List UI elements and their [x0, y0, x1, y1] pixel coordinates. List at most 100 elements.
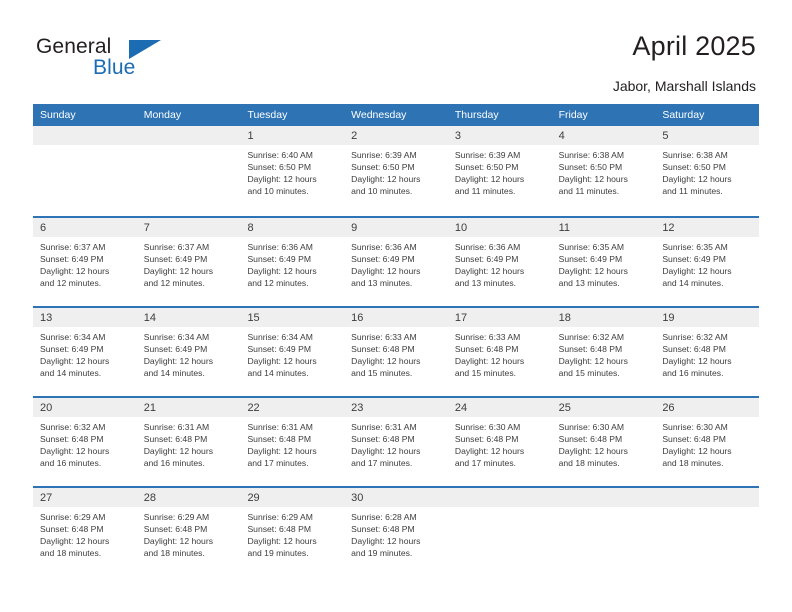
day-cell-27[interactable]: 27 Sunrise: 6:29 AM Sunset: 6:48 PM Dayligh…: [33, 488, 137, 574]
day-details: Sunrise: 6:30 AM Sunset: 6:48 PM Daylight:…: [655, 417, 759, 469]
day-detail-line: Daylight: 12 hours: [40, 266, 110, 277]
page-title: April 2025: [632, 31, 756, 61]
day-detail-line: Daylight: 12 hours: [662, 356, 732, 367]
calendar-week-row: 6 Sunrise: 6:37 AM Sunset: 6:49 PM Daylight…: [33, 216, 760, 306]
day-number-band: 1: [240, 126, 345, 145]
day-detail-line: and 14 minutes.: [662, 278, 724, 289]
day-number: 14: [143, 312, 156, 324]
day-number-band: 3: [447, 126, 552, 145]
day-number-band: 20: [33, 398, 137, 417]
day-details: Sunrise: 6:38 AM Sunset: 6:50 PM Daylight:…: [552, 145, 656, 197]
day-number-band: [33, 126, 137, 145]
day-detail-line: Daylight: 12 hours: [247, 266, 317, 277]
day-cell-12[interactable]: 12 Sunrise: 6:35 AM Sunset: 6:49 PM Dayligh…: [655, 218, 760, 306]
day-details: Sunrise: 6:34 AM Sunset: 6:49 PM Daylight:…: [137, 327, 241, 379]
day-cell-22[interactable]: 22 Sunrise: 6:31 AM Sunset: 6:48 PM Dayligh…: [240, 398, 345, 486]
day-cell-9[interactable]: 9 Sunrise: 6:36 AM Sunset: 6:49 PM Daylight…: [344, 218, 448, 306]
day-cell-8[interactable]: 8 Sunrise: 6:36 AM Sunset: 6:49 PM Daylight…: [240, 218, 345, 306]
day-detail-line: and 12 minutes.: [40, 278, 102, 289]
day-details: Sunrise: 6:31 AM Sunset: 6:48 PM Daylight:…: [240, 417, 344, 469]
day-detail-line: and 13 minutes.: [351, 278, 413, 289]
day-details: Sunrise: 6:33 AM Sunset: 6:48 PM Daylight:…: [344, 327, 448, 379]
day-details: Sunrise: 6:31 AM Sunset: 6:48 PM Daylight:…: [137, 417, 241, 469]
day-cell-14[interactable]: 14 Sunrise: 6:34 AM Sunset: 6:49 PM Dayligh…: [136, 308, 241, 396]
day-number: 16: [351, 312, 364, 324]
day-cell-29[interactable]: 29 Sunrise: 6:29 AM Sunset: 6:48 PM Dayligh…: [240, 488, 345, 574]
day-detail-line: Sunset: 6:49 PM: [247, 344, 311, 355]
day-cell-7[interactable]: 7 Sunrise: 6:37 AM Sunset: 6:49 PM Daylight…: [136, 218, 241, 306]
day-details: Sunrise: 6:32 AM Sunset: 6:48 PM Daylight:…: [552, 327, 656, 379]
day-detail-line: Sunset: 6:48 PM: [351, 524, 415, 535]
day-cell-6[interactable]: 6 Sunrise: 6:37 AM Sunset: 6:49 PM Daylight…: [33, 218, 137, 306]
day-cell-15[interactable]: 15 Sunrise: 6:34 AM Sunset: 6:49 PM Dayligh…: [240, 308, 345, 396]
day-number-band: [655, 488, 760, 507]
day-cell-4[interactable]: 4 Sunrise: 6:38 AM Sunset: 6:50 PM Daylight…: [551, 126, 656, 216]
day-number: 22: [247, 402, 260, 414]
calendar-week-row: 27 Sunrise: 6:29 AM Sunset: 6:48 PM Dayligh…: [33, 486, 760, 574]
day-details: Sunrise: 6:30 AM Sunset: 6:48 PM Daylight:…: [552, 417, 656, 469]
day-cell-5[interactable]: 5 Sunrise: 6:38 AM Sunset: 6:50 PM Daylight…: [655, 126, 760, 216]
day-number-band: 30: [344, 488, 448, 507]
day-number-band: 6: [33, 218, 137, 237]
day-detail-line: and 11 minutes.: [454, 186, 516, 197]
day-detail-line: and 16 minutes.: [143, 458, 205, 469]
day-number: 19: [662, 312, 675, 324]
day-number: 5: [662, 130, 669, 142]
day-detail-line: Sunrise: 6:37 AM: [40, 242, 106, 252]
day-cell-13[interactable]: 13 Sunrise: 6:34 AM Sunset: 6:49 PM Dayligh…: [33, 308, 137, 396]
day-cell-25[interactable]: 25 Sunrise: 6:30 AM Sunset: 6:48 PM Dayligh…: [551, 398, 656, 486]
day-number-band: 11: [551, 218, 656, 237]
brand-logo[interactable]: General Blue: [36, 36, 236, 88]
day-detail-line: Sunrise: 6:33 AM: [351, 332, 417, 342]
day-detail-line: Daylight: 12 hours: [351, 266, 421, 277]
day-cell-3[interactable]: 3 Sunrise: 6:39 AM Sunset: 6:50 PM Daylight…: [447, 126, 552, 216]
day-detail-line: Sunrise: 6:36 AM: [454, 242, 521, 252]
day-detail-line: Sunset: 6:48 PM: [558, 434, 623, 445]
day-cell-10[interactable]: 10 Sunrise: 6:36 AM Sunset: 6:49 PM Dayligh…: [447, 218, 552, 306]
day-detail-line: Sunrise: 6:40 AM: [247, 150, 313, 160]
day-detail-line: Sunset: 6:48 PM: [454, 434, 519, 445]
day-detail-line: Sunrise: 6:28 AM: [351, 512, 417, 522]
day-detail-line: and 15 minutes.: [351, 368, 413, 379]
day-detail-line: Daylight: 12 hours: [558, 174, 628, 185]
day-detail-line: Sunrise: 6:37 AM: [143, 242, 210, 252]
day-cell-26[interactable]: 26 Sunrise: 6:30 AM Sunset: 6:48 PM Dayligh…: [655, 398, 760, 486]
day-cell-20[interactable]: 20 Sunrise: 6:32 AM Sunset: 6:48 PM Dayligh…: [33, 398, 137, 486]
day-cell-19[interactable]: 19 Sunrise: 6:32 AM Sunset: 6:48 PM Dayligh…: [655, 308, 760, 396]
day-detail-line: Sunset: 6:49 PM: [40, 344, 104, 355]
day-cell-23[interactable]: 23 Sunrise: 6:31 AM Sunset: 6:48 PM Dayligh…: [344, 398, 448, 486]
day-detail-line: and 17 minutes.: [351, 458, 413, 469]
day-detail-line: Sunrise: 6:30 AM: [662, 422, 728, 432]
day-cell-18[interactable]: 18 Sunrise: 6:32 AM Sunset: 6:48 PM Dayligh…: [551, 308, 656, 396]
day-detail-line: Sunset: 6:48 PM: [143, 524, 208, 535]
day-detail-line: Sunrise: 6:31 AM: [143, 422, 210, 432]
day-cell-11[interactable]: 11 Sunrise: 6:35 AM Sunset: 6:49 PM Dayligh…: [551, 218, 656, 306]
day-cell-17[interactable]: 17 Sunrise: 6:33 AM Sunset: 6:48 PM Dayligh…: [447, 308, 552, 396]
calendar-grid: Sunday Monday Tuesday Wednesday Thursday Frid…: [33, 104, 760, 574]
day-detail-line: Sunset: 6:48 PM: [40, 434, 104, 445]
day-number-band: 7: [136, 218, 241, 237]
day-detail-line: Daylight: 12 hours: [454, 356, 525, 367]
day-number: 1: [247, 130, 254, 142]
day-detail-line: Daylight: 12 hours: [143, 536, 213, 547]
day-detail-line: and 17 minutes.: [454, 458, 517, 469]
day-detail-line: Sunset: 6:48 PM: [558, 344, 623, 355]
day-detail-line: Daylight: 12 hours: [247, 446, 317, 457]
day-cell-24[interactable]: 24 Sunrise: 6:30 AM Sunset: 6:48 PM Dayligh…: [447, 398, 552, 486]
day-cell-30[interactable]: 30 Sunrise: 6:28 AM Sunset: 6:48 PM Dayligh…: [344, 488, 448, 574]
day-of-week-monday: Monday: [143, 109, 182, 121]
day-cell-16[interactable]: 16 Sunrise: 6:33 AM Sunset: 6:48 PM Dayligh…: [344, 308, 448, 396]
day-detail-line: and 14 minutes.: [143, 368, 205, 379]
day-number: 10: [454, 222, 468, 234]
day-detail-line: and 11 minutes.: [558, 186, 620, 197]
day-cell-2[interactable]: 2 Sunrise: 6:39 AM Sunset: 6:50 PM Daylight…: [344, 126, 448, 216]
day-detail-line: Daylight: 12 hours: [351, 174, 421, 185]
day-cell-1[interactable]: 1 Sunrise: 6:40 AM Sunset: 6:50 PM Daylight…: [240, 126, 345, 216]
day-details: Sunrise: 6:37 AM Sunset: 6:49 PM Daylight:…: [137, 237, 241, 289]
day-detail-line: Sunset: 6:48 PM: [351, 434, 415, 445]
day-cell-28[interactable]: 28 Sunrise: 6:29 AM Sunset: 6:48 PM Dayligh…: [136, 488, 241, 574]
day-detail-line: Daylight: 12 hours: [143, 356, 213, 367]
day-number: 11: [558, 222, 571, 234]
day-detail-line: Daylight: 12 hours: [40, 446, 110, 457]
day-cell-21[interactable]: 21 Sunrise: 6:31 AM Sunset: 6:48 PM Dayligh…: [136, 398, 241, 486]
